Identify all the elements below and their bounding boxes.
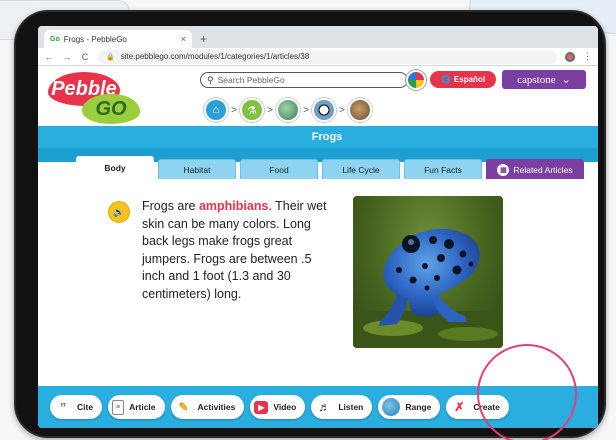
cite-button[interactable]: ” Cite xyxy=(50,395,103,419)
frogs-icon[interactable] xyxy=(348,98,372,122)
site-header: Pebble GO ⚲ Search PebbleGo 🌐 Español ca… xyxy=(38,66,598,126)
breadcrumb-separator: > xyxy=(267,104,273,116)
address-bar: ← → C 🔒 site.pebblego.com/modules/1/cate… xyxy=(38,48,598,66)
back-icon[interactable]: ← xyxy=(44,52,54,62)
listen-label: Listen xyxy=(338,402,364,412)
frog-illustration xyxy=(353,228,503,348)
tab-body[interactable]: Body xyxy=(76,156,154,179)
capstone-menu-button[interactable]: capstone ⌄ xyxy=(502,70,586,89)
video-button[interactable]: ▶ Video xyxy=(250,395,306,419)
headphones-icon: ♬ xyxy=(315,398,334,416)
breadcrumb-separator: > xyxy=(339,104,345,116)
article-button[interactable]: ≡ Article xyxy=(108,395,165,419)
create-button[interactable]: ✗ Create xyxy=(446,395,509,419)
photo-background: Go Frogs - PebbleGo × + ← → C 🔒 site.peb… xyxy=(0,0,616,440)
cite-label: Cite xyxy=(77,402,94,412)
search-placeholder: Search PebbleGo xyxy=(217,75,285,85)
science-icon[interactable]: ⚗ xyxy=(240,98,264,122)
tools-toolbar: ” Cite ≡ Article ✎ Activities ▶ Video ♬ xyxy=(38,386,598,428)
close-tab-icon[interactable]: × xyxy=(181,34,186,44)
tab-related-articles[interactable]: ▦ Related Articles xyxy=(486,159,584,179)
activities-button[interactable]: ✎ Activities xyxy=(170,395,245,419)
breadcrumb-separator: > xyxy=(231,104,237,116)
languages-globe-icon[interactable] xyxy=(406,70,426,90)
animals-icon[interactable] xyxy=(276,98,300,122)
frog-photo xyxy=(353,196,503,348)
breadcrumb: ⌂ > ⚗ > > > xyxy=(204,98,372,122)
tab-related-articles-label: Related Articles xyxy=(513,164,573,175)
search-input[interactable]: ⚲ Search PebbleGo xyxy=(200,72,408,88)
panda-icon[interactable] xyxy=(312,98,336,122)
activities-label: Activities xyxy=(197,402,236,412)
espanol-label: Español xyxy=(453,75,486,84)
play-icon: ▶ xyxy=(254,400,269,414)
tablet-screen: Go Frogs - PebbleGo × + ← → C 🔒 site.peb… xyxy=(38,26,598,428)
article-label: Article xyxy=(129,402,156,412)
profile-avatar[interactable] xyxy=(565,51,575,62)
url-text: site.pebblego.com/modules/1/categories/1… xyxy=(120,52,310,61)
browser-tab[interactable]: Go Frogs - PebbleGo × xyxy=(44,30,192,48)
espanol-button[interactable]: 🌐 Español xyxy=(430,71,496,88)
browser-menu-icon[interactable]: ⋮ xyxy=(583,51,592,62)
article-body: 🔈 Frogs are amphibians. Their wet skin c… xyxy=(38,182,598,382)
logo-go-text: GO xyxy=(82,94,140,124)
url-field[interactable]: 🔒 site.pebblego.com/modules/1/categories… xyxy=(98,49,557,64)
tab-fun-facts[interactable]: Fun Facts xyxy=(404,159,482,179)
create-label: Create xyxy=(473,402,500,412)
search-icon: ⚲ xyxy=(207,74,214,85)
range-label: Range xyxy=(405,402,432,412)
article-text-start: Frogs are xyxy=(142,199,199,213)
video-label: Video xyxy=(273,402,297,412)
glossary-term-link[interactable]: amphibians xyxy=(199,199,268,213)
capstone-label: capstone xyxy=(517,73,556,86)
reload-icon[interactable]: C xyxy=(80,52,90,62)
tab-food[interactable]: Food xyxy=(240,159,318,179)
chevron-down-icon: ⌄ xyxy=(561,74,571,86)
pencil-icon: ✎ xyxy=(174,398,193,416)
globe-icon: 🌐 xyxy=(440,75,451,84)
speaker-icon[interactable]: 🔈 xyxy=(108,201,130,223)
related-articles-icon: ▦ xyxy=(497,163,510,176)
pebblego-logo[interactable]: Pebble GO xyxy=(48,70,158,124)
browser-tab-bar: Go Frogs - PebbleGo × + xyxy=(38,26,598,48)
pebblego-favicon-icon: Go xyxy=(50,35,60,43)
new-tab-icon[interactable]: + xyxy=(200,32,207,46)
forward-icon[interactable]: → xyxy=(62,52,72,62)
document-icon: ≡ xyxy=(112,399,125,415)
listen-button[interactable]: ♬ Listen xyxy=(311,395,373,419)
home-icon[interactable]: ⌂ xyxy=(204,98,228,122)
article-text: Frogs are amphibians. Their wet skin can… xyxy=(142,198,332,303)
article-text-rest: . Their wet skin can be many colors. Lon… xyxy=(142,199,327,301)
quote-icon: ” xyxy=(54,398,72,416)
browser-tab-title: Frogs - PebbleGo xyxy=(63,34,127,44)
breadcrumb-separator: > xyxy=(303,104,309,116)
create-icon: ✗ xyxy=(450,398,469,416)
globe-icon xyxy=(382,398,401,416)
lock-icon: 🔒 xyxy=(106,53,115,61)
tab-life-cycle[interactable]: Life Cycle xyxy=(322,159,400,179)
article-tabs: Body Habitat Food Life Cycle Fun Facts ▦… xyxy=(76,156,584,179)
tablet-device: Go Frogs - PebbleGo × + ← → C 🔒 site.peb… xyxy=(14,10,606,438)
tab-habitat[interactable]: Habitat xyxy=(158,159,236,179)
page-title: Frogs xyxy=(290,127,364,146)
range-button[interactable]: Range xyxy=(378,395,441,419)
